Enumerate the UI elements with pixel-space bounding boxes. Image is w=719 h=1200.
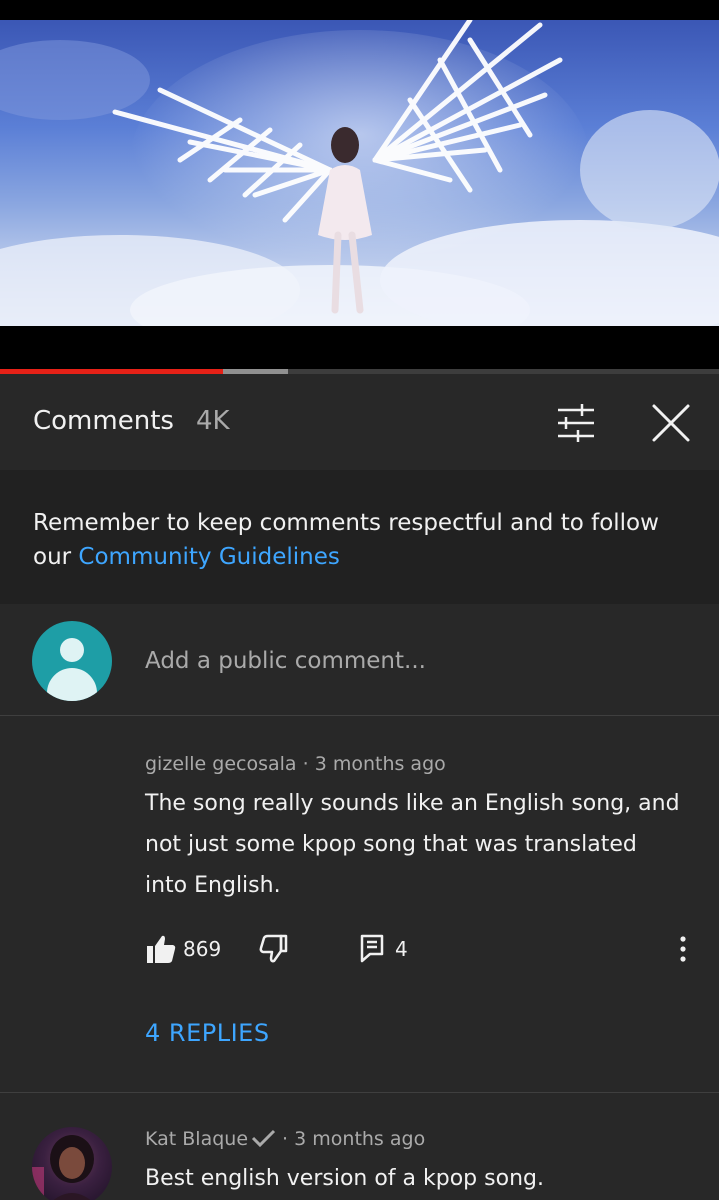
community-guidelines-notice: Remember to keep comments respectful and… [0,470,719,604]
meta-separator: · [276,1128,295,1150]
comment-text: The song really sounds like an English s… [145,791,680,898]
video-player[interactable] [0,0,719,374]
commenter-avatar[interactable] [32,1127,112,1200]
comment-more-button[interactable] [671,933,695,965]
comment-meta: Kat Blaque · 3 months ago [145,1128,425,1150]
comments-title: Comments [33,406,174,436]
add-comment-input[interactable]: Add a public comment... [145,648,426,674]
notice-text: Remember to keep comments respectful and… [33,506,693,574]
like-button[interactable] [145,933,177,965]
thumbs-down-icon [259,934,288,963]
add-comment-row[interactable]: Add a public comment... [0,604,719,716]
avatar-head-shape [60,638,84,662]
video-frame[interactable] [0,20,719,326]
avatar-image [32,1135,94,1200]
close-comments-button[interactable] [646,400,696,446]
like-count: 869 [183,937,222,961]
community-guidelines-link[interactable]: Community Guidelines [78,544,339,570]
thumbs-up-icon [147,935,176,963]
avatar-body-shape [47,668,97,701]
sliders-icon [558,404,594,442]
video-thumbnail-image [0,20,719,326]
comments-header: Comments 4K [0,374,719,470]
view-replies-link[interactable]: 4 REPLIES [145,1019,270,1047]
comment-thread: gizelle gecosala · 3 months ago The song… [0,717,719,1093]
comment-author[interactable]: Kat Blaque [145,1128,248,1150]
user-avatar [32,621,112,701]
comment-actions: 869 4 [145,933,705,967]
comment-text: Best english version of a kpop song. [145,1166,544,1191]
sort-comments-button[interactable] [548,402,600,444]
verified-check-icon [251,1129,276,1148]
meta-separator: · [296,753,315,775]
comment-time: 3 months ago [294,1128,426,1150]
more-vert-icon [680,936,686,962]
close-icon [652,404,690,442]
comments-count: 4K [196,406,230,436]
comment-time: 3 months ago [314,753,446,775]
comment-author[interactable]: gizelle gecosala [145,753,297,775]
dislike-button[interactable] [257,933,289,965]
comment-meta: gizelle gecosala · 3 months ago [145,753,446,775]
comment-thread: Kat Blaque · 3 months ago Best english v… [0,1094,719,1200]
reply-button[interactable] [359,933,385,963]
reply-count: 4 [395,937,408,961]
comment-bubble-icon [360,934,384,963]
